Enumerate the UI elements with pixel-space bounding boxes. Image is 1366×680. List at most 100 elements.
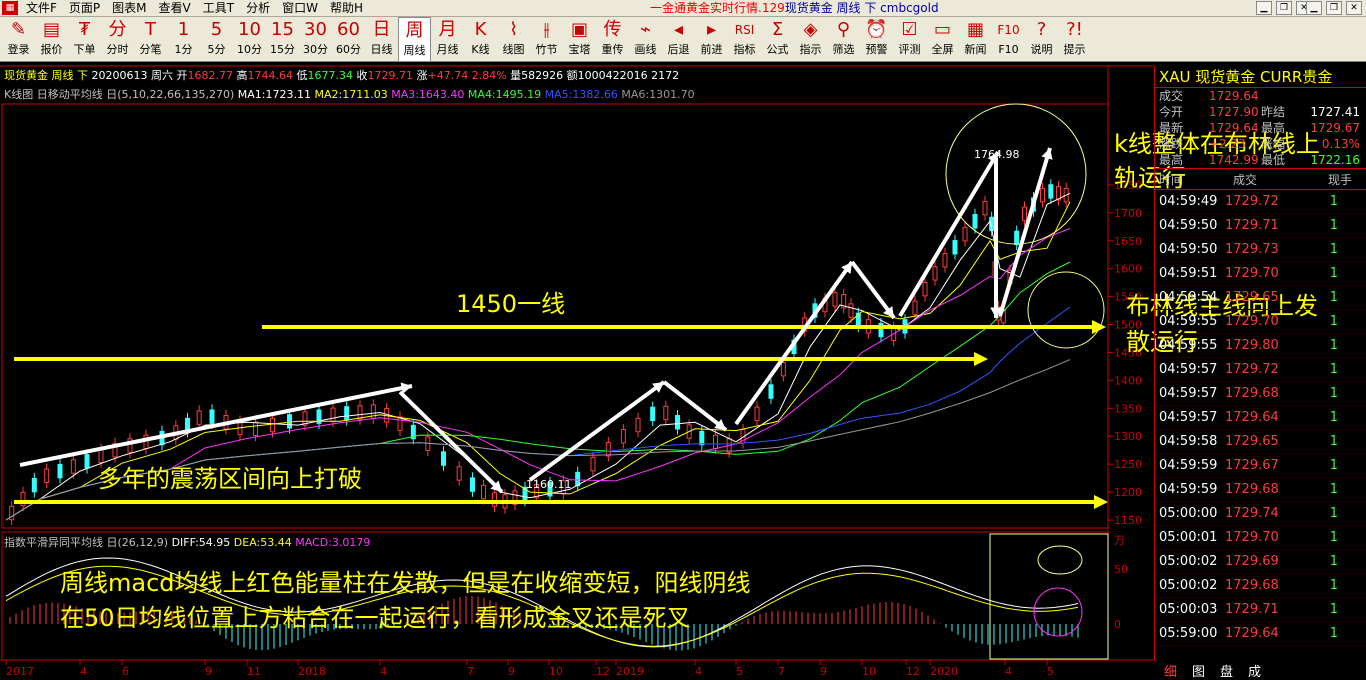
candle-body [196,410,202,425]
tick-volume: 1 [1329,410,1338,425]
tick-row[interactable]: 04:59:55 1729.70 1 [1155,310,1366,334]
candle-body [620,429,626,444]
x-axis-label: 7 [467,665,474,678]
candle-body [590,456,596,472]
tick-row[interactable]: 04:59:54 1729.65 1 [1155,286,1366,310]
minimize-icon[interactable]: ▁ [1256,1,1272,15]
x-axis-label: 12 [596,665,610,678]
ma2-label: MA2:1711.03 [314,88,388,101]
tick-time: 04:59:55 [1159,338,1218,353]
tick-row[interactable]: 04:59:50 1729.71 1 [1155,214,1366,238]
tick-time: 04:59:50 [1159,218,1218,233]
candle-body [942,253,948,268]
tick-row[interactable]: 04:59:51 1729.70 1 [1155,262,1366,286]
candle-body [768,384,774,399]
tick-time: 04:59:54 [1159,290,1218,305]
instrument-name: 现货黄金 周线 下 [4,69,88,82]
close-label: 收 [356,69,368,82]
tick-price: 1729.64 [1225,626,1279,641]
open-value: 1682.77 [187,69,234,82]
tick-price: 1729.68 [1225,578,1279,593]
tick-row[interactable]: 04:59:57 1729.72 1 [1155,358,1366,382]
restore-icon[interactable]: ❐ [1326,1,1342,15]
x-axis-label: 4 [695,665,702,678]
high-label: 高 [236,69,248,82]
tick-row[interactable]: 05:00:02 1729.69 1 [1155,550,1366,574]
inner-window-controls: ▁ ❐ ✕ [1256,1,1312,15]
tick-time: 04:59:58 [1159,434,1218,449]
tick-volume: 1 [1329,218,1338,233]
panel-tab[interactable]: 成 [1248,661,1261,680]
candle-body [270,417,275,433]
quote-label: 今开 [1159,105,1184,119]
tick-row[interactable]: 05:59:00 1729.64 1 [1155,622,1366,646]
minimize-icon[interactable]: ▁ [1306,1,1322,15]
candle-body [848,303,854,318]
trend-arrow [734,260,854,426]
tick-row[interactable]: 04:59:59 1729.67 1 [1155,454,1366,478]
price-axis-label: 1650 [1114,235,1142,248]
tick-price: 1729.72 [1225,194,1279,209]
x-axis-label: 12 [906,665,920,678]
open-label: 开 [176,69,188,82]
trend-arrow [19,384,413,467]
price-axis-label: 1250 [1114,458,1142,471]
panel-tab[interactable]: 细 [1164,661,1177,680]
quote-panel: XAU 现货黄金 CURR贵金 成交 1729.64 今开 1727.90 昨结 1727… [1154,66,1366,679]
price-axis-label: 1600 [1114,263,1142,276]
high-price-label: 1764.98 [974,148,1020,161]
price-axis-label: 1200 [1114,486,1142,499]
candle-body [344,406,350,421]
tick-volume: 1 [1329,338,1338,353]
ma-title: K线图 日移动平均线 日(5,10,22,66,135,270) [4,88,235,101]
tick-row[interactable]: 05:00:01 1729.70 1 [1155,526,1366,550]
tick-list[interactable]: 04:59:49 1729.72 1 04:59:50 1729.71 1 04:59:50… [1155,190,1366,646]
tick-row[interactable]: 04:59:50 1729.73 1 [1155,238,1366,262]
volume-label: 量 [510,69,522,82]
ticks-header: 时间 成交 现手 [1155,168,1366,190]
candle-body [441,451,446,466]
tick-row[interactable]: 04:59:58 1729.65 1 [1155,430,1366,454]
tick-volume: 1 [1329,266,1338,281]
candle-body [972,214,978,229]
panel-tab[interactable]: 盘 [1220,661,1233,680]
candle-body [922,281,928,297]
tick-row[interactable]: 04:59:59 1729.68 1 [1155,478,1366,502]
macd-axis-label: 万 [1114,534,1125,547]
tick-row[interactable]: 05:00:03 1729.71 1 [1155,598,1366,622]
candle-body [832,292,838,307]
tick-row[interactable]: 04:59:57 1729.68 1 [1155,382,1366,406]
candle-body [209,409,215,424]
quote-row: 最新 1729.64 最高 1729.67 [1155,120,1366,136]
x-axis-label: 5 [1047,665,1054,678]
candle-body [780,362,786,377]
ma3-label: MA3:1643.40 [391,88,465,101]
candle-body [70,459,76,474]
tick-time: 04:59:59 [1159,458,1218,473]
tick-row[interactable]: 05:00:02 1729.68 1 [1155,574,1366,598]
tick-row[interactable]: 05:00:00 1729.74 1 [1155,502,1366,526]
tick-time: 05:00:02 [1159,554,1218,569]
quote-row: 最高 1742.99 最低 1722.16 [1155,152,1366,168]
tick-price: 1729.74 [1225,506,1279,521]
x-axis-label: 4 [1005,665,1012,678]
tick-price: 1729.68 [1225,386,1279,401]
arrow-1450-head [1092,320,1106,334]
restore-icon[interactable]: ❐ [1276,1,1292,15]
tick-row[interactable]: 04:59:57 1729.64 1 [1155,406,1366,430]
x-axis-label: 10 [862,665,876,678]
bar-date: 20200613 周六 [91,69,174,82]
tick-row[interactable]: 04:59:55 1729.80 1 [1155,334,1366,358]
quote-label: 最高 [1159,153,1184,167]
candle-body [481,484,486,500]
quote-value: 1729.67 [1310,121,1360,135]
macd-highlight-box [989,533,1109,660]
tick-row[interactable]: 04:59:49 1729.72 1 [1155,190,1366,214]
tick-volume: 1 [1329,242,1338,257]
quote-value: +2.23 [1209,137,1246,151]
panel-tab[interactable]: 图 [1192,661,1205,680]
high-value: 1744.64 [247,69,294,82]
close-icon[interactable]: ✕ [1346,1,1362,15]
candle-body [699,430,705,446]
tick-price: 1729.64 [1225,410,1279,425]
